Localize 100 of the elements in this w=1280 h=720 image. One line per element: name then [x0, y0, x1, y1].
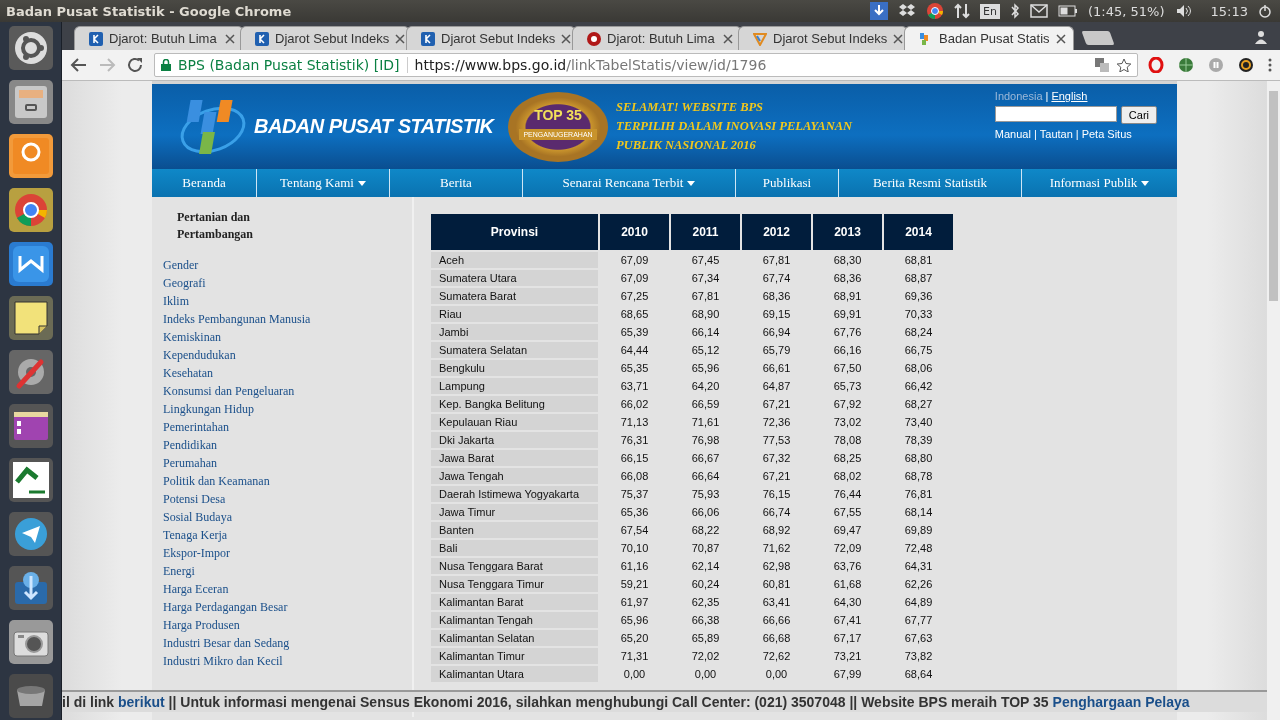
table-cell-text: 68,27	[903, 397, 934, 412]
bluetooth-icon[interactable]	[1010, 3, 1021, 19]
download-indicator-icon[interactable]	[870, 2, 889, 20]
sidebar-link[interactable]: Geografi	[163, 274, 412, 292]
close-icon[interactable]	[1055, 33, 1066, 44]
arrow-logo-icon[interactable]	[8, 458, 53, 502]
back-icon[interactable]	[70, 56, 88, 74]
header-link[interactable]: Manual	[994, 128, 1031, 140]
browser-tab[interactable]: Badan Pusat Statis	[904, 26, 1074, 50]
nav-item[interactable]: Berita Resmi Statistik	[838, 169, 1021, 197]
browser-tab[interactable]: Djarot Sebut Indeks	[738, 26, 908, 50]
sidebar-link[interactable]: Kependudukan	[163, 346, 412, 364]
table-cell-text: 67,76	[832, 325, 863, 340]
ticker-link[interactable]: Penghargaan Pelaya	[1052, 694, 1190, 710]
window-icon[interactable]	[8, 404, 53, 448]
sidebar-link[interactable]: Harga Produsen	[163, 616, 412, 634]
header-link[interactable]: Peta Situs	[1081, 128, 1132, 140]
header-link[interactable]: Tautan	[1039, 128, 1073, 140]
table-cell-text: 76,98	[690, 433, 721, 448]
trash-icon[interactable]	[8, 674, 53, 718]
promo-text: TERPILIH DALAM INOVASI PELAYANAN	[616, 118, 854, 135]
table-cell-text: 68,25	[832, 451, 863, 466]
menu-icon[interactable]	[1268, 57, 1272, 73]
ticker-link[interactable]: berikut	[118, 694, 165, 710]
battery-icon[interactable]	[1058, 5, 1079, 17]
nav-item[interactable]: Senarai Rencana Terbit	[522, 169, 735, 197]
separator: |	[1045, 90, 1049, 102]
nav-item[interactable]: Publikasi	[735, 169, 838, 197]
close-icon[interactable]	[561, 33, 572, 44]
paper-plane-icon[interactable]	[8, 512, 53, 556]
sidebar-link[interactable]: Energi	[163, 562, 412, 580]
language-link[interactable]: English	[1051, 90, 1088, 102]
table-cell-text: 70,87	[690, 541, 721, 556]
power-icon[interactable]	[1258, 4, 1272, 18]
close-icon[interactable]	[395, 33, 406, 44]
sidebar-link[interactable]: Iklim	[163, 292, 412, 310]
sidebar-link[interactable]: Industri Besar dan Sedang	[163, 634, 412, 652]
sidebar-link[interactable]: Kesehatan	[163, 364, 412, 382]
table-cell-text: 66,64	[690, 469, 721, 484]
sidebar-link[interactable]: Industri Mikro dan Kecil	[163, 652, 412, 670]
sidebar-link[interactable]: Tenaga Kerja	[163, 526, 412, 544]
sidebar-link[interactable]: Potensi Desa	[163, 490, 412, 508]
site-brand-name[interactable]: BADAN PUSAT STATISTIK	[254, 115, 494, 138]
table-cell: Daerah Istimewa Yogyakarta	[431, 486, 598, 502]
reload-icon[interactable]	[126, 56, 144, 74]
chrome-icon[interactable]	[8, 188, 53, 232]
sidebar-heading[interactable]: Pertanian dan Pertambangan	[163, 209, 297, 243]
scrollbar[interactable]	[1266, 81, 1280, 720]
sidebar-link[interactable]: Harga Eceran	[163, 580, 412, 598]
table-cell: Kalimantan Timur	[431, 648, 598, 664]
globe-icon[interactable]	[1178, 57, 1194, 73]
search-button[interactable]: Cari	[1120, 106, 1157, 124]
ubuntu-logo-icon[interactable]	[8, 26, 53, 70]
search-field[interactable]	[994, 106, 1117, 122]
color-wheel-icon[interactable]	[1238, 57, 1254, 73]
opera-logo-icon[interactable]	[1148, 57, 1164, 73]
mail-icon[interactable]	[1030, 4, 1049, 18]
sidebar-link[interactable]: Perumahan	[163, 454, 412, 472]
table-cell-text: 67,41	[832, 613, 863, 628]
sidebar-link[interactable]: Pemerintahan	[163, 418, 412, 436]
close-icon[interactable]	[893, 33, 904, 44]
table-cell-text: 68,81	[903, 253, 934, 268]
user-icon[interactable]	[1254, 30, 1268, 44]
table-cell-text: 68,24	[903, 325, 934, 340]
table-cell-text: 71,31	[619, 649, 650, 664]
sidebar-link[interactable]: Politik dan Keamanan	[163, 472, 412, 490]
sidebar-link[interactable]: Sosial Budaya	[163, 508, 412, 526]
table-cell-text: 62,35	[690, 595, 721, 610]
sidebar-link[interactable]: Konsumsi dan Pengeluaran	[163, 382, 412, 400]
translate-icon[interactable]	[1095, 58, 1109, 72]
clock[interactable]: 15:13	[1210, 3, 1248, 19]
sidebar-link[interactable]: Pendidikan	[163, 436, 412, 454]
sticky-note-icon[interactable]	[8, 296, 53, 340]
table-cell-text: 66,66	[761, 613, 792, 628]
table-cell-text: 65,79	[761, 343, 792, 358]
table-cell-text: 66,06	[690, 505, 721, 520]
address-bar[interactable]: BPS (Badan Pusat Statistik) [ID] https://www.bps.go.id/linkTabelStatis/view/id/1796	[154, 53, 1138, 77]
volume-icon[interactable]	[1174, 4, 1193, 18]
w-letter-icon[interactable]	[8, 242, 53, 286]
camera-icon[interactable]	[8, 620, 53, 664]
table-cell-text: 66,15	[619, 451, 650, 466]
close-icon[interactable]	[723, 33, 733, 44]
sidebar-link[interactable]: Harga Perdagangan Besar	[163, 598, 412, 616]
transfer-arrows-icon[interactable]	[954, 2, 971, 20]
table-cell: Sumatera Selatan	[431, 342, 598, 358]
sidebar-link[interactable]: Ekspor-Impor	[163, 544, 412, 562]
sidebar-link[interactable]: Indeks Pembangunan Manusia	[163, 310, 412, 328]
sidebar-link[interactable]: Lingkungan Hidup	[163, 400, 412, 418]
sidebar-link[interactable]: Gender	[163, 256, 412, 274]
browser-tab[interactable]: Djarot Sebut Indeks	[406, 26, 576, 50]
new-tab-button[interactable]	[1081, 31, 1115, 45]
sidebar-link[interactable]: Kemiskinan	[163, 328, 412, 346]
bookmark-star-icon[interactable]	[1117, 58, 1131, 72]
keyboard-layout-indicator[interactable]: En	[980, 3, 1001, 19]
chrome-icon[interactable]	[926, 2, 945, 20]
close-icon[interactable]	[225, 33, 235, 44]
nav-item[interactable]: Informasi Publik	[1021, 169, 1177, 197]
pdf-document-icon[interactable]	[8, 134, 53, 178]
nav-item[interactable]: Beranda	[152, 169, 256, 197]
file-cabinet-icon[interactable]	[8, 80, 53, 124]
